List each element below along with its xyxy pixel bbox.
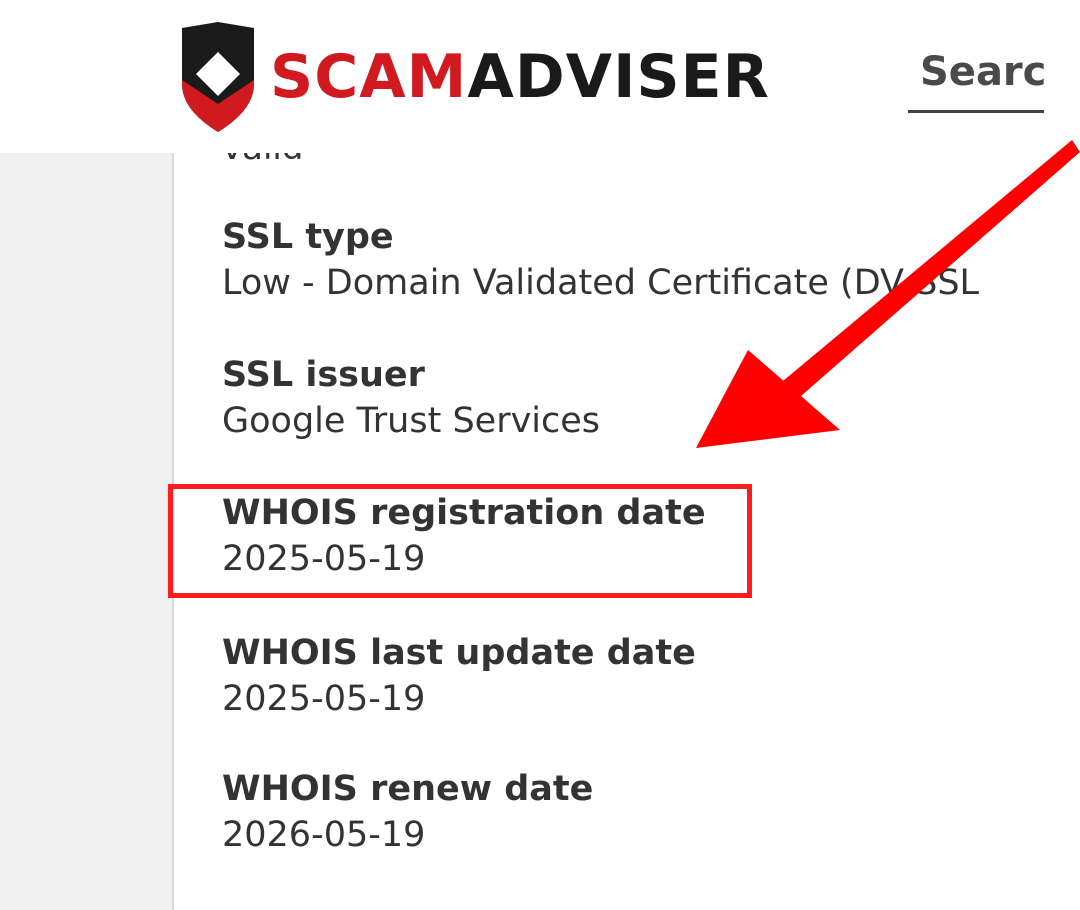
detail-item-ssl-issuer: SSL issuer Google Trust Services (222, 353, 1062, 445)
cutoff-previous-value: valid (222, 153, 303, 165)
left-sidebar (0, 153, 172, 910)
detail-item-whois-last-update: WHOIS last update date 2025-05-19 (222, 631, 1062, 723)
annotation-highlight-box (168, 484, 752, 598)
shield-logo-icon (182, 22, 254, 132)
site-header: SCAMADVISER Searc (0, 0, 1080, 153)
search-underline (908, 110, 1044, 113)
detail-value: 2026-05-19 (222, 815, 426, 855)
detail-label: WHOIS last update date (222, 633, 696, 673)
detail-value: 2025-05-19 (222, 679, 426, 719)
detail-label: WHOIS renew date (222, 769, 594, 809)
search-nav-link[interactable]: Searc (908, 46, 1080, 112)
scamadviser-logo[interactable]: SCAMADVISER (178, 22, 770, 132)
detail-item-ssl-type: SSL type Low - Domain Validated Certific… (222, 215, 1062, 307)
detail-label: SSL issuer (222, 355, 425, 395)
logo-wordmark: SCAMADVISER (270, 47, 770, 107)
detail-item-whois-renew: WHOIS renew date 2026-05-19 (222, 767, 1062, 859)
detail-value: Google Trust Services (222, 401, 601, 441)
logo-adviser-text: ADVISER (467, 42, 770, 112)
logo-scam-text: SCAM (270, 42, 468, 112)
detail-label: SSL type (222, 217, 394, 257)
detail-value: Low - Domain Validated Certificate (DV S… (222, 263, 980, 303)
page: SCAMADVISER Searc valid SSL type Low - D… (0, 0, 1080, 910)
